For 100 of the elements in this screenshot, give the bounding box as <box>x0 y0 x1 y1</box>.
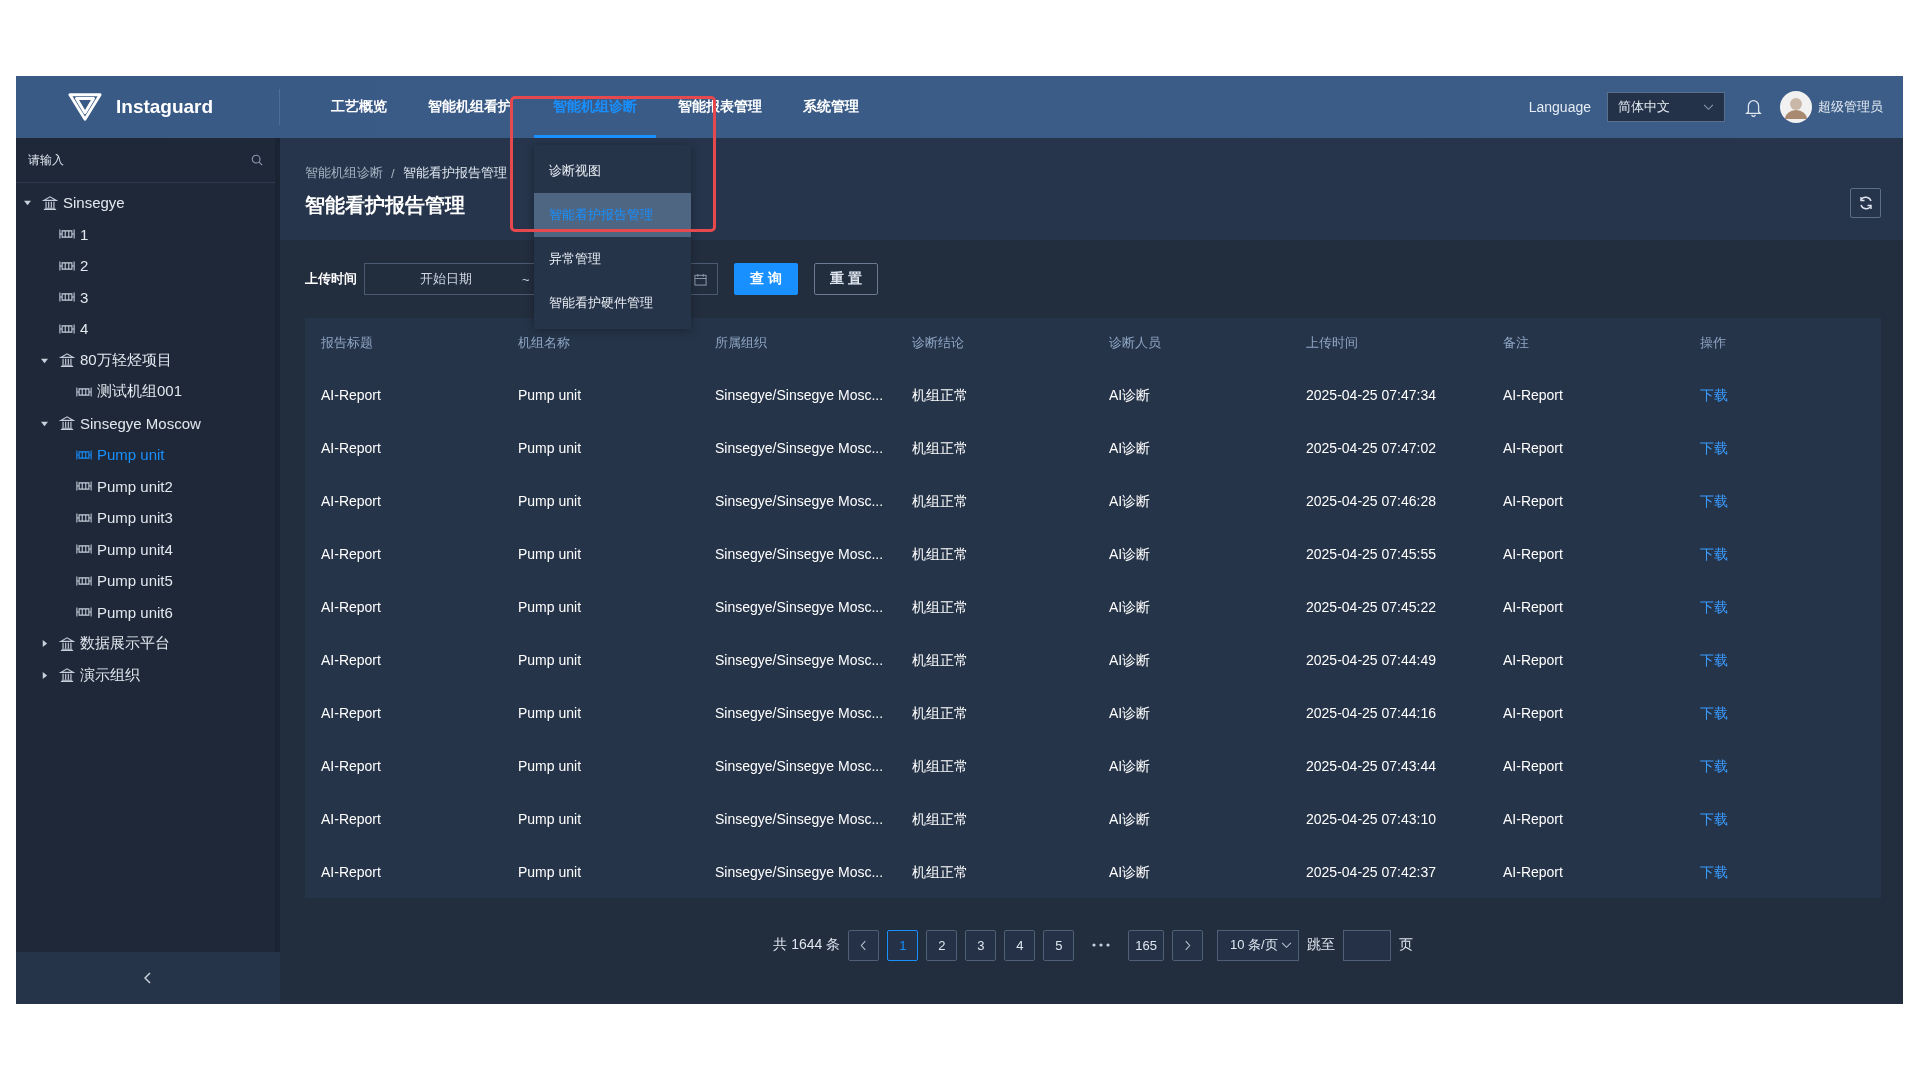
page-button[interactable]: 1 <box>887 929 919 961</box>
table-cell: AI-Report <box>1503 757 1563 774</box>
table-cell: AI-Report <box>321 598 381 615</box>
table-cell: 机组正常 <box>912 492 968 509</box>
table-cell: AI诊断 <box>1109 386 1151 403</box>
caret-right-icon[interactable] <box>41 640 48 648</box>
search-icon <box>251 154 263 166</box>
column-header: 机组名称 <box>517 334 571 352</box>
language-select[interactable]: 简体中文 <box>1607 92 1725 122</box>
page-button[interactable]: 2 <box>926 929 958 961</box>
table-cell: Sinsegye/Sinsegye Mosc... <box>715 545 884 562</box>
page-button[interactable]: 3 <box>965 929 997 961</box>
page-button[interactable]: 165 <box>1128 929 1164 961</box>
user-name[interactable]: 超级管理员 <box>1818 98 1883 116</box>
table-cell: AI诊断 <box>1109 651 1151 668</box>
caret-down-icon[interactable] <box>41 419 48 427</box>
download-link[interactable]: 下载 <box>1700 863 1728 880</box>
caret-right-icon[interactable] <box>41 671 48 679</box>
nav-tab[interactable]: 工艺概览 <box>312 76 406 138</box>
table-cell: 2025-04-25 07:43:10 <box>1306 810 1436 827</box>
tree-node[interactable]: Pump unit6 <box>16 596 275 628</box>
table-cell: 机组正常 <box>912 757 968 774</box>
table-cell: AI-Report <box>321 492 381 509</box>
caret-down-icon[interactable] <box>24 199 31 207</box>
table-cell: AI-Report <box>321 810 381 827</box>
ellipsis-icon[interactable] <box>1092 943 1111 947</box>
table-cell: Pump unit <box>518 704 582 721</box>
page-button[interactable]: 4 <box>1004 929 1036 961</box>
breadcrumb-link[interactable]: 智能看护报告管理 <box>402 164 507 182</box>
table-cell: AI-Report <box>321 651 381 668</box>
download-link[interactable]: 下载 <box>1700 598 1728 615</box>
table-cell: Sinsegye/Sinsegye Mosc... <box>715 386 884 403</box>
tree-node[interactable]: Pump unit2 <box>16 470 275 502</box>
table-cell: Sinsegye/Sinsegye Mosc... <box>715 598 884 615</box>
table-cell: 2025-04-25 07:45:22 <box>1306 598 1436 615</box>
table-cell: Pump unit <box>518 545 582 562</box>
tree-node[interactable]: Pump unit3 <box>16 502 275 534</box>
tree-node[interactable]: 3 <box>16 281 275 313</box>
table-cell: Sinsegye/Sinsegye Mosc... <box>715 810 884 827</box>
chevron-down-icon <box>1703 103 1714 111</box>
download-link[interactable]: 下载 <box>1700 545 1728 562</box>
download-link[interactable]: 下载 <box>1700 439 1728 456</box>
download-link[interactable]: 下载 <box>1700 810 1728 827</box>
jump-label: 跳至 <box>1306 936 1335 954</box>
tree-node[interactable]: 演示组织 <box>16 659 275 691</box>
refresh-button[interactable] <box>1850 187 1881 218</box>
download-link[interactable]: 下载 <box>1700 757 1728 774</box>
table-cell: Sinsegye/Sinsegye Mosc... <box>715 439 884 456</box>
menu-item[interactable]: 诊断视图 <box>534 149 691 193</box>
download-link[interactable]: 下载 <box>1700 704 1728 721</box>
table-cell: Pump unit <box>518 386 582 403</box>
bell-icon[interactable] <box>1745 97 1762 117</box>
tree-node[interactable]: Pump unit5 <box>16 565 275 597</box>
tree-node[interactable]: 2 <box>16 250 275 282</box>
chevron-down-icon <box>1280 941 1292 949</box>
column-header: 上传时间 <box>1305 334 1359 352</box>
table-cell: 机组正常 <box>912 598 968 615</box>
table-cell: Pump unit <box>518 757 582 774</box>
table-cell: AI-Report <box>1503 704 1563 721</box>
tree-node[interactable]: 测试机组001 <box>16 376 275 408</box>
nav-tab[interactable]: 系统管理 <box>784 76 878 138</box>
table-cell: AI诊断 <box>1109 810 1151 827</box>
caret-down-icon[interactable] <box>41 356 48 364</box>
search-field[interactable]: 请输入 <box>26 152 251 168</box>
reset-button[interactable]: 重 置 <box>814 263 878 295</box>
bank-icon <box>59 353 75 368</box>
table-cell: AI-Report <box>1503 810 1563 827</box>
refresh-icon <box>1857 194 1874 211</box>
column-header: 报告标题 <box>320 334 374 352</box>
table-cell: AI-Report <box>321 545 381 562</box>
table-cell: Sinsegye/Sinsegye Mosc... <box>715 651 884 668</box>
tree-node[interactable]: Sinsegye <box>16 187 275 219</box>
tree-node[interactable]: Pump unit4 <box>16 533 275 565</box>
chevron-right-icon <box>1183 939 1191 951</box>
table-cell: AI-Report <box>1503 439 1563 456</box>
table-cell: Sinsegye/Sinsegye Mosc... <box>715 863 884 880</box>
tree-node[interactable]: Pump unit <box>16 439 275 471</box>
page-jump-field[interactable] <box>1342 929 1391 961</box>
table-cell: AI-Report <box>1503 545 1563 562</box>
tree-node[interactable]: 1 <box>16 218 275 250</box>
table-cell: AI诊断 <box>1109 863 1151 880</box>
breadcrumb-link[interactable]: 智能机组诊断 <box>305 164 383 182</box>
tree-node[interactable]: 80万轻烃项目 <box>16 344 275 376</box>
page-size-select[interactable]: 10 条/页 <box>1216 929 1299 961</box>
table-cell: AI诊断 <box>1109 492 1151 509</box>
table-cell: AI诊断 <box>1109 598 1151 615</box>
tree-node[interactable]: 4 <box>16 313 275 345</box>
column-header: 诊断结论 <box>911 334 965 352</box>
tree-node[interactable]: Sinsegye Moscow <box>16 407 275 439</box>
tree-node[interactable]: 数据展示平台 <box>16 628 275 660</box>
table-cell: AI-Report <box>1503 651 1563 668</box>
download-link[interactable]: 下载 <box>1700 492 1728 509</box>
avatar-icon[interactable] <box>1780 91 1812 123</box>
chevron-left-icon <box>860 939 868 951</box>
download-link[interactable]: 下载 <box>1700 386 1728 403</box>
table-cell: AI-Report <box>321 704 381 721</box>
page-button[interactable]: 5 <box>1043 929 1075 961</box>
table-cell: AI-Report <box>1503 863 1563 880</box>
table-cell: 2025-04-25 07:46:28 <box>1306 492 1436 509</box>
download-link[interactable]: 下载 <box>1700 651 1728 668</box>
